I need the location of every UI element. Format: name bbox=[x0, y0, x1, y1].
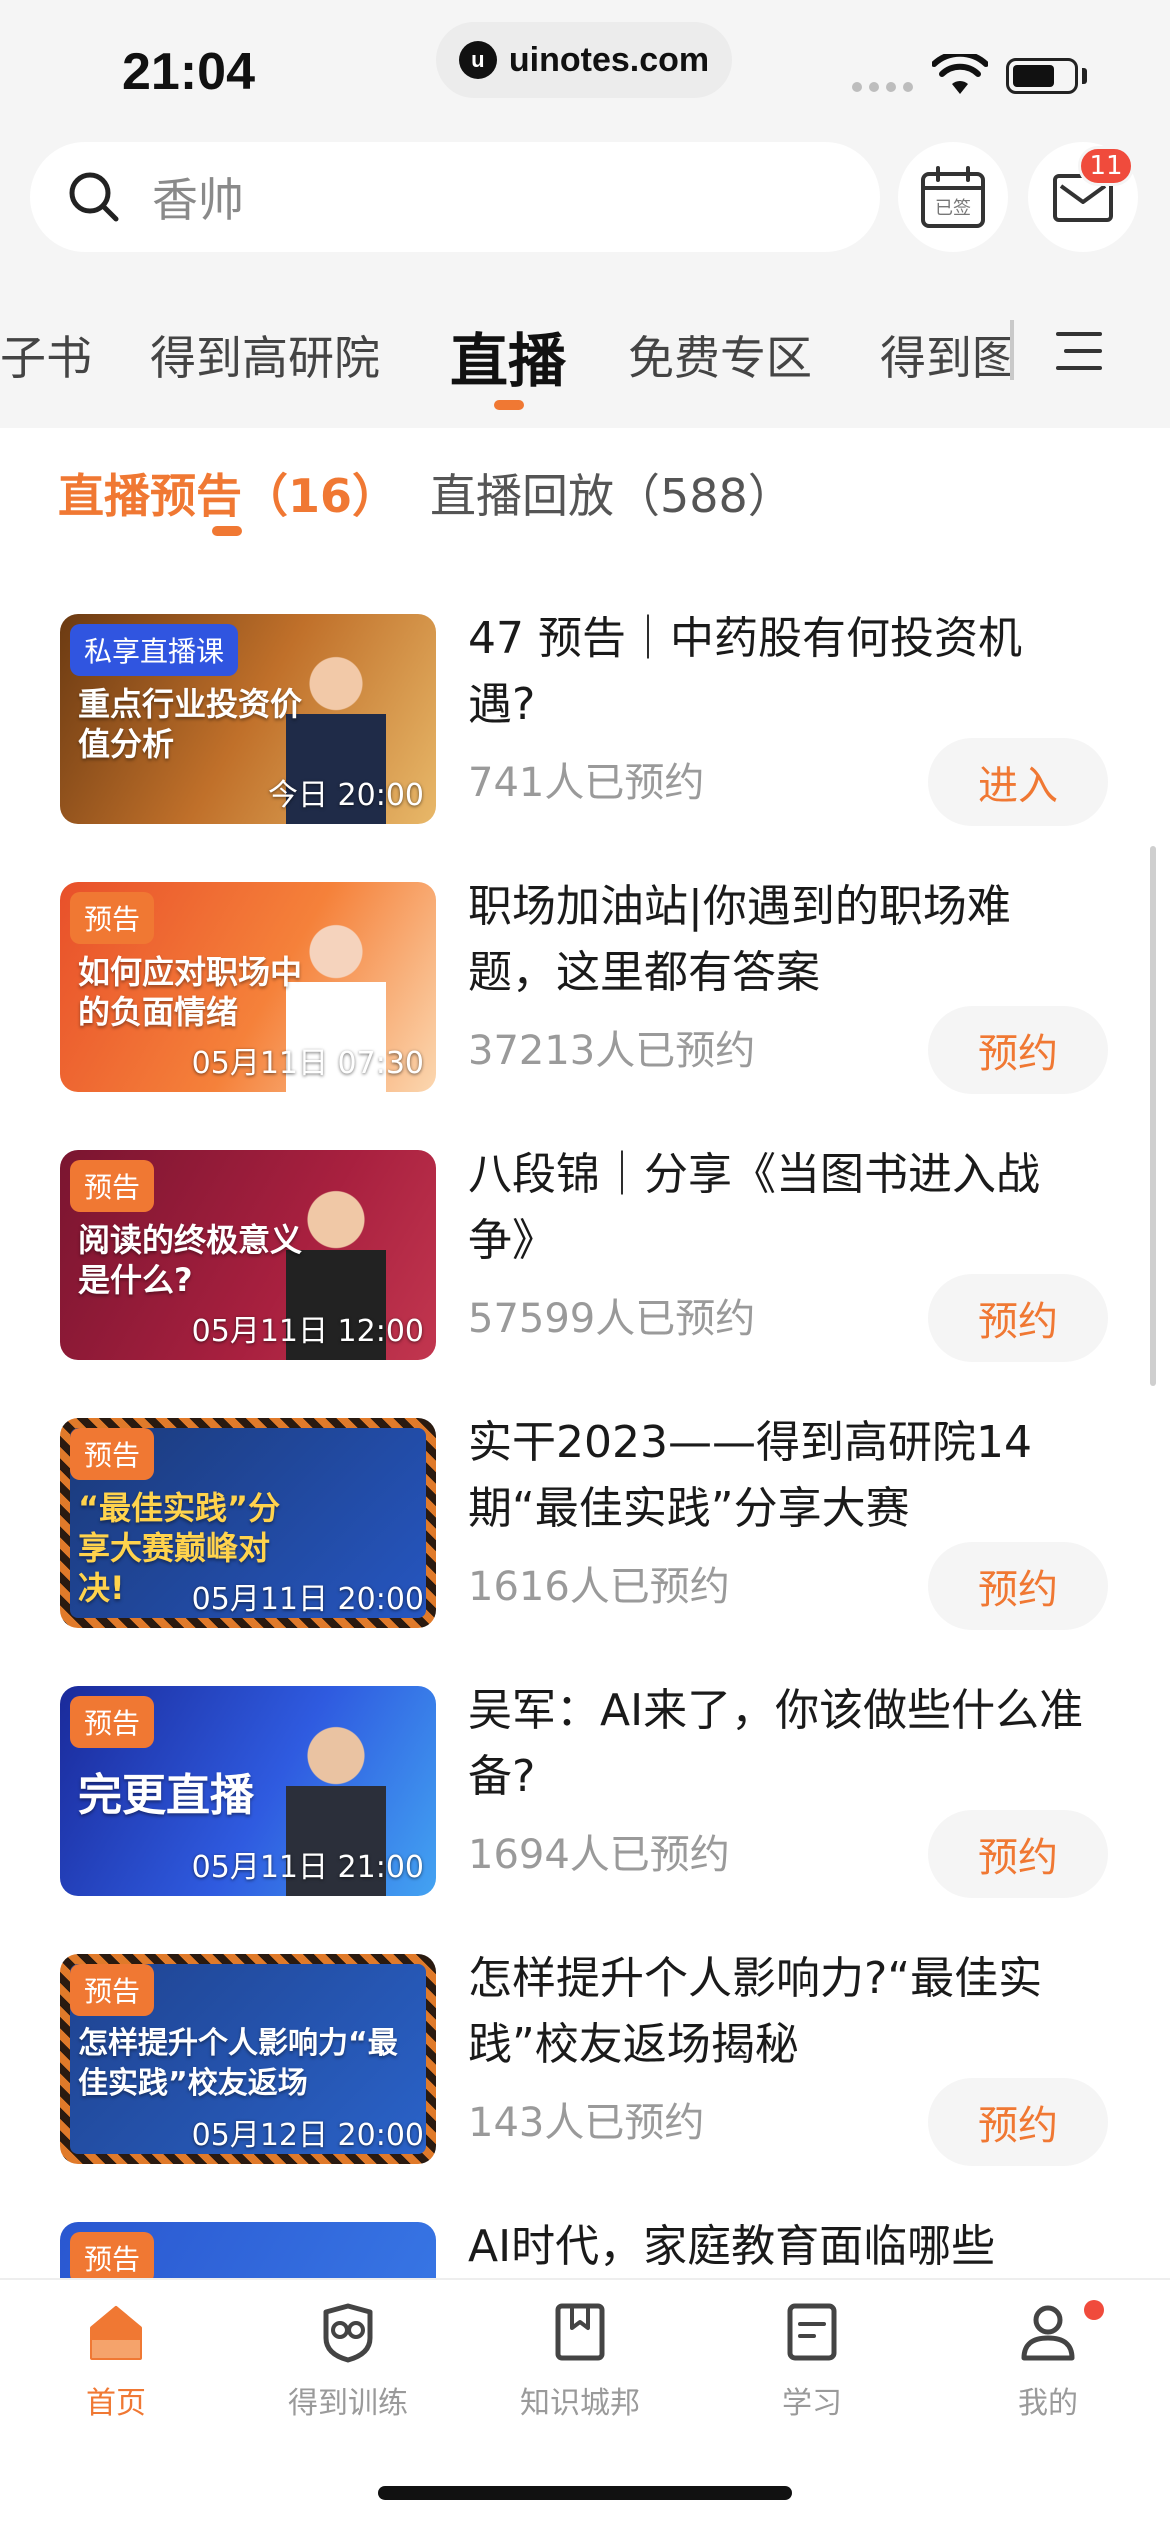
subtab-replay[interactable]: 直播回放（588） bbox=[430, 460, 794, 526]
battery-tip bbox=[1082, 68, 1087, 84]
checkin-button[interactable]: 已签 bbox=[898, 142, 1008, 252]
enter-button[interactable]: 进入 bbox=[928, 738, 1108, 826]
thumb-headline: 完更直播 bbox=[78, 1770, 254, 1821]
reserve-button[interactable]: 预约 bbox=[928, 1006, 1108, 1094]
live-title[interactable]: 八段锦｜分享《当图书进入战争》 bbox=[468, 1142, 1088, 1274]
thumb-tag: 私享直播课 bbox=[70, 624, 239, 676]
reservation-count: 741人已预约 bbox=[468, 760, 705, 806]
list-item[interactable]: 预告 如何应对职场中的负面情绪 05月11日 07:30 职场加油站|你遇到的职… bbox=[0, 868, 1170, 1098]
subtab-upcoming[interactable]: 直播预告（16） bbox=[58, 460, 398, 526]
tab-item[interactable]: 免费专区 bbox=[628, 322, 812, 388]
live-thumbnail[interactable]: 预告 如何应对职场中的负面情绪 05月11日 07:30 bbox=[60, 882, 436, 1092]
reservation-count: 57599人已预约 bbox=[468, 1296, 756, 1342]
reserve-button[interactable]: 预约 bbox=[928, 2078, 1108, 2166]
live-title[interactable]: 实干2023——得到高研院14期“最佳实践”分享大赛 bbox=[468, 1410, 1088, 1542]
url-text: uinotes.com bbox=[508, 40, 710, 79]
live-title[interactable]: 47 预告｜中药股有何投资机遇? bbox=[468, 606, 1088, 738]
live-title[interactable]: 吴军：AI来了，你该做些什么准备? bbox=[468, 1678, 1088, 1810]
bookmark-icon bbox=[555, 2303, 605, 2361]
wifi-icon bbox=[932, 54, 988, 94]
subtab-active-indicator bbox=[212, 526, 242, 536]
nav-label: 学习 bbox=[782, 2386, 842, 2421]
thumb-time: 05月11日 20:00 bbox=[191, 1582, 424, 1617]
live-thumbnail[interactable]: 预告 “最佳实践”分享大赛巅峰对决! 05月11日 20:00 bbox=[60, 1418, 436, 1628]
live-thumbnail[interactable]: 预告 完更直播 05月11日 21:00 bbox=[60, 1686, 436, 1896]
site-logo-icon: u bbox=[458, 41, 497, 79]
reserve-button[interactable]: 预约 bbox=[928, 1274, 1108, 1362]
thumb-time: 05月11日 21:00 bbox=[191, 1850, 424, 1885]
thumb-tag: 预告 bbox=[70, 1428, 155, 1480]
cellular-signal-icon bbox=[852, 82, 913, 92]
svg-text:已签: 已签 bbox=[935, 198, 971, 219]
user-icon bbox=[1021, 2305, 1075, 2361]
thumb-tag: 预告 bbox=[70, 1160, 155, 1212]
url-pill[interactable]: u uinotes.com bbox=[436, 22, 732, 98]
reservation-count: 1694人已预约 bbox=[468, 1832, 730, 1878]
reservation-count: 37213人已预约 bbox=[468, 1028, 756, 1074]
list-item[interactable]: 预告 完更直播 05月11日 21:00 吴军：AI来了，你该做些什么准备? 1… bbox=[0, 1672, 1170, 1902]
thumb-time: 05月11日 12:00 bbox=[191, 1314, 424, 1349]
live-subtabs: 直播预告（16） 直播回放（588） bbox=[0, 430, 1170, 540]
reservation-count: 1616人已预约 bbox=[468, 1564, 730, 1610]
search-bar[interactable]: 香帅 bbox=[30, 142, 880, 252]
live-thumbnail[interactable]: 预告 怎样提升个人影响力“最佳实践”校友返场 05月12日 20:00 bbox=[60, 1954, 436, 2164]
reservation-count: 143人已预约 bbox=[468, 2100, 705, 2146]
scrollbar[interactable] bbox=[1150, 846, 1156, 1386]
thumb-time: 05月11日 07:30 bbox=[191, 1046, 424, 1081]
home-indicator[interactable] bbox=[378, 2486, 792, 2500]
nav-study[interactable]: 学习 bbox=[732, 2300, 892, 2422]
nav-training[interactable]: 得到训练 bbox=[268, 2300, 428, 2422]
list-item[interactable]: 预告 “最佳实践”分享大赛巅峰对决! 05月11日 20:00 实干2023——… bbox=[0, 1404, 1170, 1634]
nav-label: 首页 bbox=[86, 2386, 146, 2421]
thumb-headline: 如何应对职场中的负面情绪 bbox=[78, 953, 303, 1031]
mail-badge: 11 bbox=[1078, 146, 1134, 186]
live-title[interactable]: 职场加油站|你遇到的职场难题，这里都有答案 bbox=[468, 874, 1088, 1006]
nav-knowledge-city[interactable]: 知识城邦 bbox=[500, 2300, 660, 2422]
battery-icon bbox=[1006, 58, 1078, 94]
nav-label: 知识城邦 bbox=[520, 2386, 640, 2421]
live-thumbnail[interactable]: 私享直播课 重点行业投资价值分析 今日 20:00 bbox=[60, 614, 436, 824]
thumb-tag: 预告 bbox=[70, 1696, 155, 1748]
nav-label: 我的 bbox=[1018, 2386, 1078, 2421]
thumb-headline: 阅读的终极意义是什么? bbox=[78, 1221, 303, 1299]
tab-item[interactable]: 子书 bbox=[0, 322, 92, 388]
list-item[interactable]: 私享直播课 重点行业投资价值分析 今日 20:00 47 预告｜中药股有何投资机… bbox=[0, 600, 1170, 830]
search-placeholder: 香帅 bbox=[152, 173, 244, 227]
status-time: 21:04 bbox=[122, 43, 255, 101]
thumb-tag: 预告 bbox=[70, 892, 155, 944]
nav-mine[interactable]: 我的 bbox=[968, 2300, 1128, 2422]
home-icon bbox=[90, 2306, 142, 2360]
nav-label: 得到训练 bbox=[288, 2386, 408, 2421]
thumb-time: 今日 20:00 bbox=[268, 778, 424, 813]
live-title[interactable]: AI时代，家庭教育面临哪些 bbox=[468, 2214, 1088, 2280]
owl-icon bbox=[323, 2303, 373, 2363]
status-bar: 21:04 u uinotes.com bbox=[0, 0, 1170, 140]
thumb-tag: 预告 bbox=[70, 2232, 155, 2284]
thumb-headline: 怎样提升个人影响力“最佳实践”校友返场 bbox=[78, 2026, 398, 2101]
thumb-time: 05月12日 20:00 bbox=[191, 2118, 424, 2153]
menu-icon[interactable] bbox=[1052, 324, 1106, 378]
notification-dot bbox=[1084, 2300, 1104, 2320]
list-item[interactable]: 预告 怎样提升个人影响力“最佳实践”校友返场 05月12日 20:00 怎样提升… bbox=[0, 1940, 1170, 2170]
thumb-tag: 预告 bbox=[70, 1964, 155, 2016]
document-icon bbox=[787, 2303, 837, 2361]
search-icon bbox=[69, 172, 119, 222]
category-tabs: 子书 得到高研院 直播 免费专区 得到图 bbox=[0, 300, 1170, 410]
tab-active-indicator bbox=[494, 400, 524, 410]
thumb-headline: 重点行业投资价值分析 bbox=[78, 685, 303, 763]
live-title[interactable]: 怎样提升个人影响力?“最佳实践”校友返场揭秘 bbox=[468, 1946, 1088, 2078]
tab-item[interactable]: 得到图 bbox=[880, 322, 1010, 388]
tab-item[interactable]: 得到高研院 bbox=[150, 322, 380, 388]
live-thumbnail[interactable]: 预告 阅读的终极意义是什么? 05月11日 12:00 bbox=[60, 1150, 436, 1360]
nav-home[interactable]: 首页 bbox=[36, 2300, 196, 2422]
list-item[interactable]: 预告 阅读的终极意义是什么? 05月11日 12:00 八段锦｜分享《当图书进入… bbox=[0, 1136, 1170, 1366]
reserve-button[interactable]: 预约 bbox=[928, 1542, 1108, 1630]
tab-divider bbox=[1010, 320, 1014, 380]
tab-live[interactable]: 直播 bbox=[450, 314, 566, 398]
reserve-button[interactable]: 预约 bbox=[928, 1810, 1108, 1898]
calendar-checkin-icon: 已签 bbox=[921, 166, 985, 228]
